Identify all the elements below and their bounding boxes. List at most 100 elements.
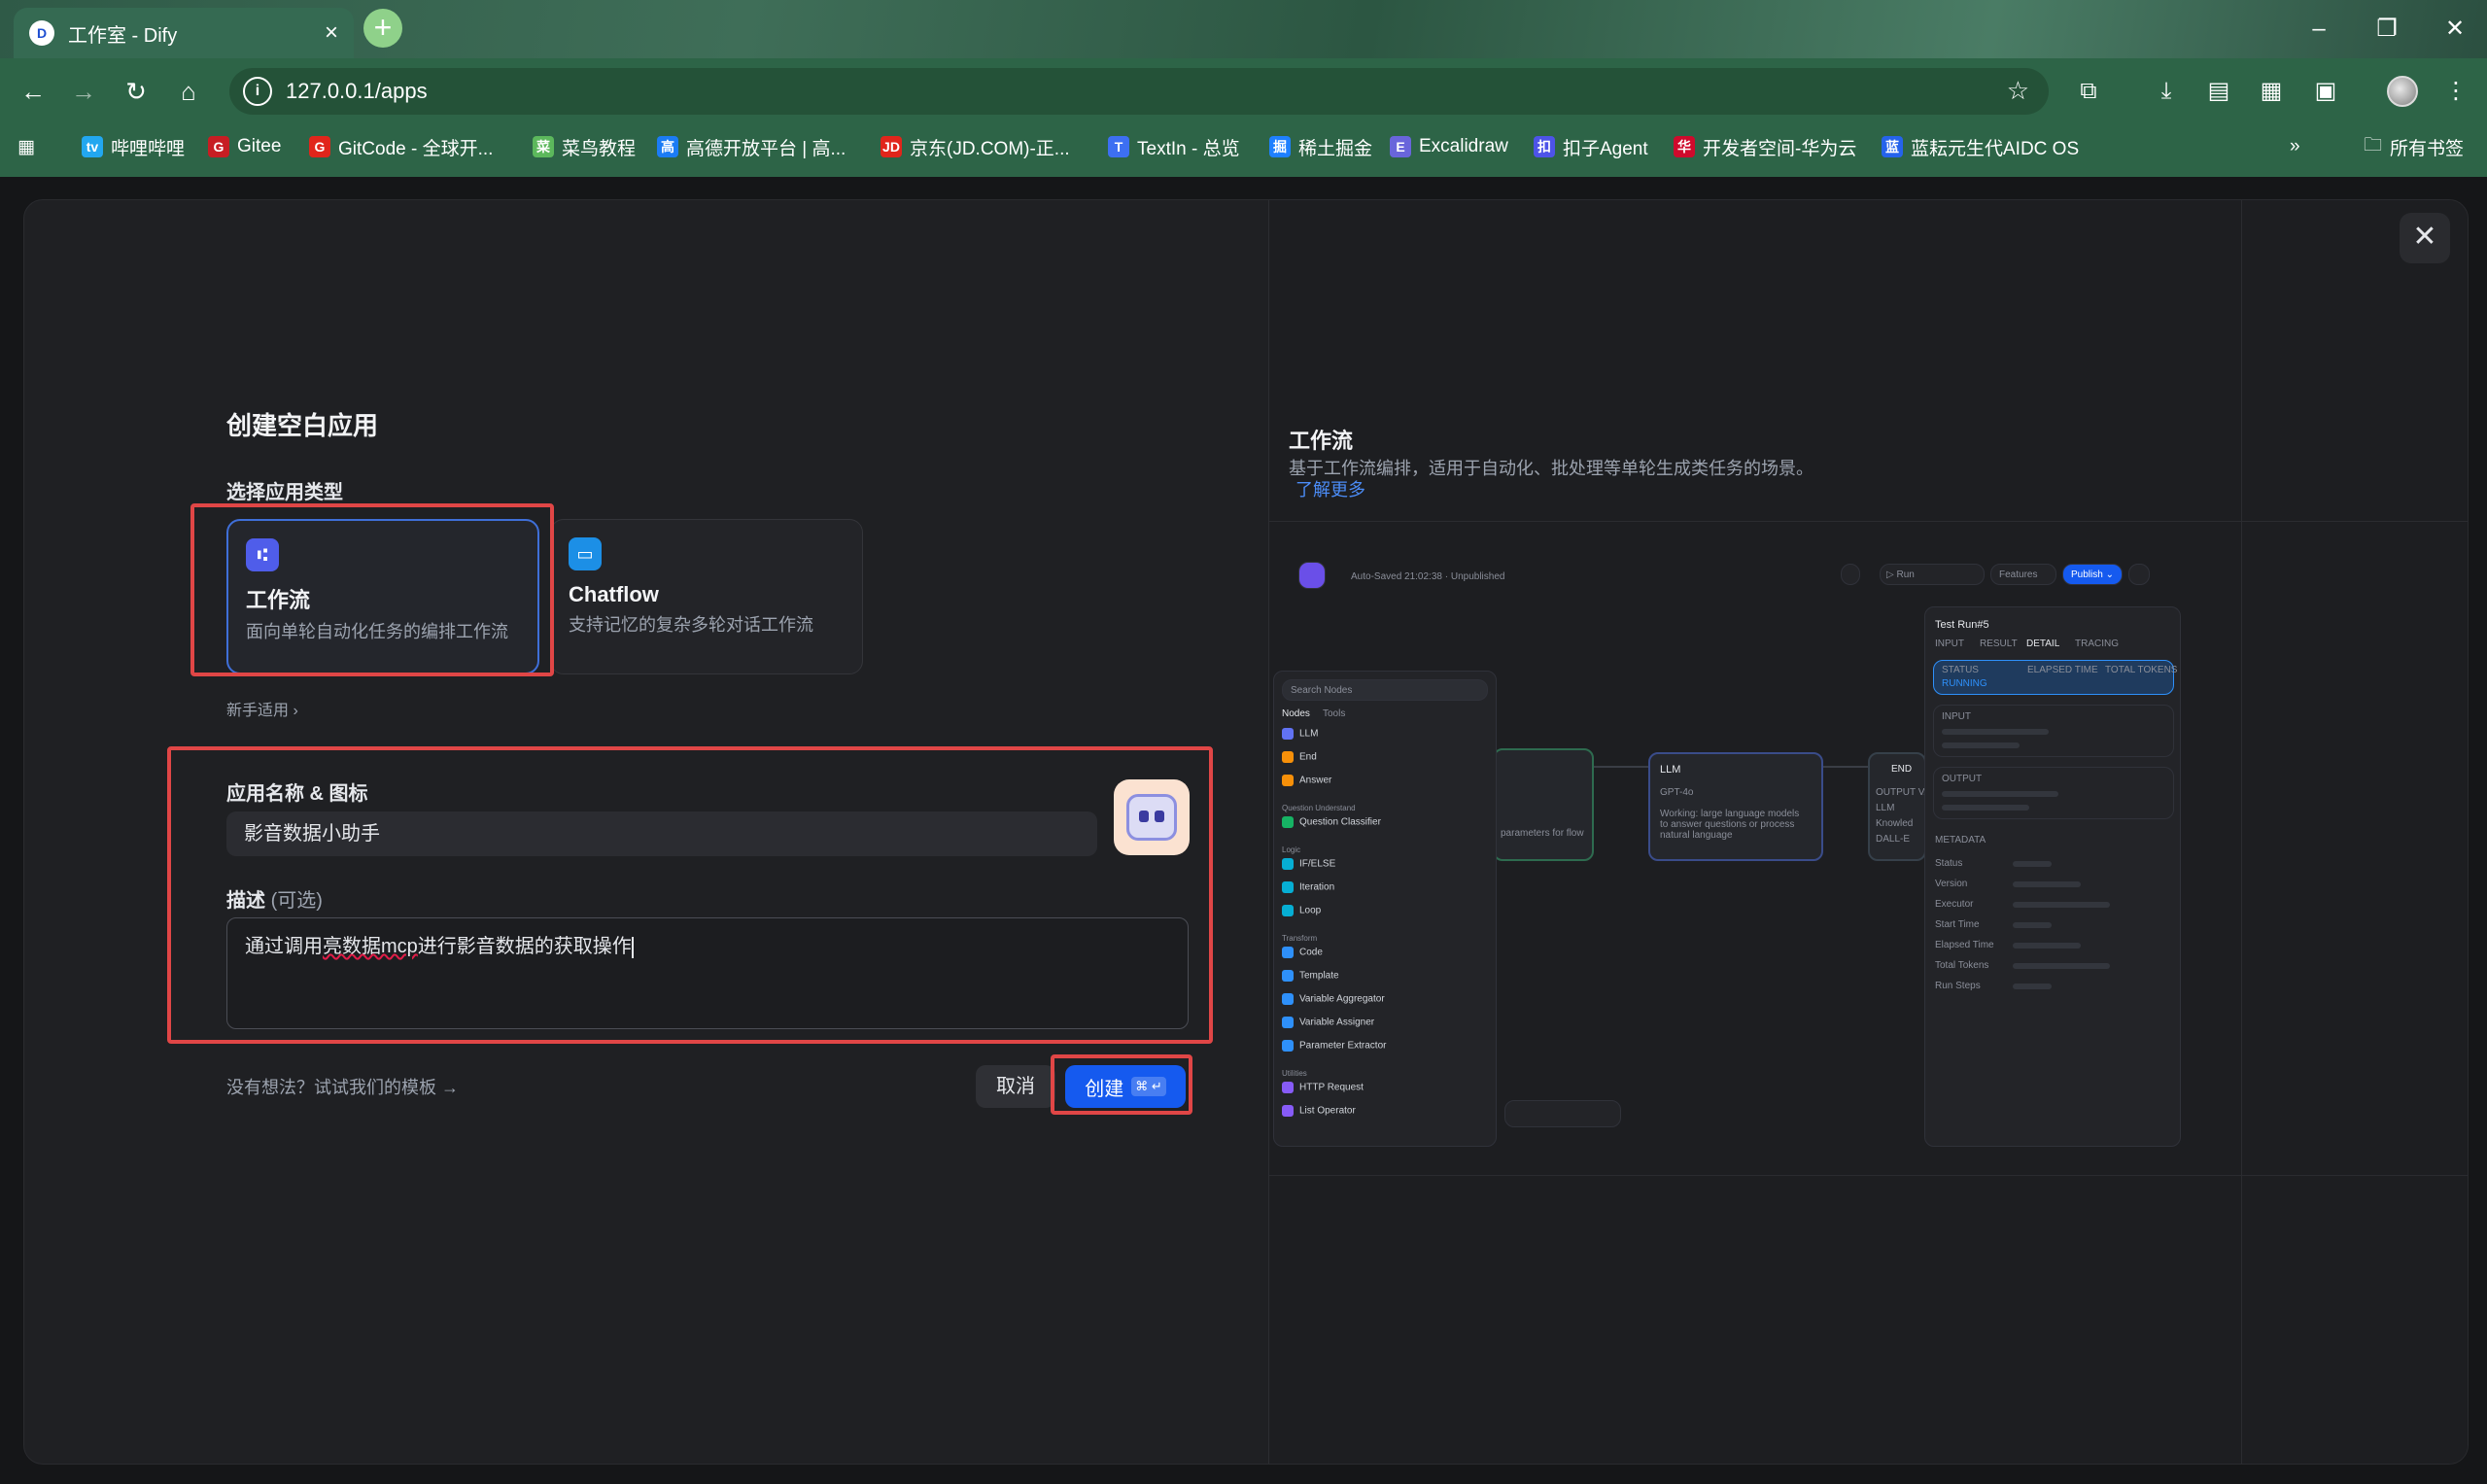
try-templates-link[interactable]: 没有想法？试试我们的模板 → xyxy=(226,1074,459,1099)
preview-node-label: Variable Assigner xyxy=(1299,1017,1375,1028)
preview-tr-tab: TRACING xyxy=(2075,638,2119,649)
preview-llm-node: LLM GPT-4o Working: large language model… xyxy=(1648,752,1823,861)
preview-meta-row: Elapsed Time xyxy=(1935,940,1994,950)
preview-llm-title: LLM xyxy=(1660,764,1681,776)
preview-output-label: OUTPUT xyxy=(1942,774,1983,784)
bookmark-item[interactable]: T TextIn - 总览 xyxy=(1108,126,1240,167)
bookmark-favicon-icon: tv xyxy=(82,136,103,157)
preview-bar xyxy=(1942,791,2058,797)
bookmark-item[interactable]: 菜菜鸟教程 xyxy=(533,126,636,167)
menu-icon[interactable]: ⋮ xyxy=(2437,74,2474,109)
preview-bar xyxy=(2013,902,2110,908)
extensions-icon[interactable]: ⧉ xyxy=(2070,74,2107,109)
bookmark-item[interactable]: tv 哔哩哔哩 xyxy=(82,126,185,167)
app-type-chatflow-card[interactable]: ▭ Chatflow 支持记忆的复杂多轮对话工作流 xyxy=(550,519,863,674)
preview-metadata-label: METADATA xyxy=(1935,835,1986,846)
bookmark-label: TextIn - 总览 xyxy=(1137,138,1240,159)
bookmark-item[interactable]: 高高德开放平台 | 高... xyxy=(657,126,846,167)
node-type-icon xyxy=(1282,728,1294,740)
preview-bar xyxy=(2013,963,2110,969)
minimize-icon[interactable]: – xyxy=(2290,10,2348,49)
preview-node-label: HTTP Request xyxy=(1299,1082,1364,1093)
new-tab-button[interactable]: + xyxy=(363,9,402,48)
screen-capture-icon[interactable]: ▣ xyxy=(2307,74,2344,109)
profile-avatar[interactable] xyxy=(2387,76,2418,107)
browser-tab-active[interactable]: D 工作室 - Dify × xyxy=(14,8,354,58)
bookmark-item[interactable]: JD 京东(JD.COM)-正... xyxy=(881,126,1070,167)
preview-meta-row: Version xyxy=(1935,879,1968,889)
tab-close-icon[interactable]: × xyxy=(325,21,338,45)
apps-grid-icon[interactable]: ▦ xyxy=(17,126,35,167)
preview-node-group: Logic xyxy=(1282,846,1301,854)
preview-app-icon xyxy=(1298,562,1326,589)
learn-more-link[interactable]: 了解更多 xyxy=(1295,476,1365,501)
preview-canvas-toolbar xyxy=(1504,1100,1621,1127)
bookmark-label: 蓝耘元生代AIDC OS xyxy=(1911,138,2080,159)
preview-node-item: End xyxy=(1282,751,1317,763)
preview-node-item: IF/ELSE xyxy=(1282,858,1335,870)
grid-line xyxy=(1269,521,2468,522)
preview-search-placeholder: Search Nodes xyxy=(1291,685,1353,696)
beginner-toggle[interactable]: 新手适用 › xyxy=(226,697,298,720)
folder-icon: 🗀 xyxy=(2364,135,2383,155)
bookmarks-overflow-icon[interactable]: » xyxy=(2290,126,2300,167)
bookmark-label: 开发者空间-华为云 xyxy=(1703,138,1857,159)
preview-node-label: Template xyxy=(1299,970,1339,982)
node-type-icon xyxy=(1282,1082,1294,1093)
preview-llm-model: GPT-4o xyxy=(1660,787,1694,798)
preview-bar xyxy=(1942,729,2049,735)
modal-close-button[interactable]: ✕ xyxy=(2400,213,2450,263)
bookmark-item[interactable]: 蓝蓝耘元生代AIDC OS xyxy=(1882,126,2079,167)
workflow-preview-image: Auto-Saved 21:02:38 · Unpublished ▷ Run … xyxy=(1273,544,2245,1186)
preview-node-search: Search Nodes xyxy=(1282,679,1488,701)
preview-edge xyxy=(1823,766,1868,768)
cancel-button[interactable]: 取消 xyxy=(976,1065,1055,1108)
bookmark-item[interactable]: 华开发者空间-华为云 xyxy=(1674,126,1856,167)
preview-node-group: Utilities xyxy=(1282,1069,1307,1078)
preview-node-label: Loop xyxy=(1299,905,1322,916)
preview-output-box: OUTPUT xyxy=(1933,767,2174,819)
bookmark-star-icon[interactable]: ☆ xyxy=(2007,76,2029,106)
window-close-icon[interactable]: ✕ xyxy=(2426,10,2484,49)
preview-status-label: STATUS xyxy=(1942,665,1979,675)
preview-bar xyxy=(2013,943,2081,949)
preview-tokens-label: TOTAL TOKENS xyxy=(2105,665,2178,675)
address-url[interactable]: 127.0.0.1/apps xyxy=(286,79,428,104)
home-icon[interactable]: ⌂ xyxy=(169,72,208,111)
bookmark-favicon-icon: 扣 xyxy=(1534,136,1555,157)
preview-node-label: Variable Aggregator xyxy=(1299,993,1385,1005)
reload-icon[interactable]: ↻ xyxy=(117,72,155,111)
all-bookmarks-folder[interactable]: 🗀 所有书签 xyxy=(2364,126,2464,167)
preview-node-item: LLM xyxy=(1282,728,1318,740)
preview-run: ▷ Run xyxy=(1886,569,1915,580)
bookmark-item[interactable]: E Excalidraw xyxy=(1390,126,1508,167)
back-icon[interactable]: ← xyxy=(14,72,52,111)
preview-edge xyxy=(1594,766,1648,768)
bookmark-favicon-icon: 蓝 xyxy=(1882,136,1903,157)
bookmark-favicon-icon: 菜 xyxy=(533,136,554,157)
bookmark-label: 哔哩哔哩 xyxy=(111,138,186,159)
bookmark-item[interactable]: 掘稀土掘金 xyxy=(1269,126,1372,167)
highlight-box-form xyxy=(167,746,1213,1044)
bookmark-item[interactable]: G Gitee xyxy=(208,126,281,167)
bookmark-favicon-icon: E xyxy=(1390,136,1411,157)
preview-meta-row: Start Time xyxy=(1935,919,1980,930)
bookmark-label: Gitee xyxy=(237,136,282,156)
download-icon[interactable]: ⤓ xyxy=(2148,74,2185,109)
forward-icon[interactable]: → xyxy=(64,72,103,111)
node-type-icon xyxy=(1282,1040,1294,1052)
bookmark-favicon-icon: T xyxy=(1108,136,1129,157)
reading-mode-icon[interactable]: ▤ xyxy=(2200,74,2237,109)
restore-icon[interactable]: ❐ xyxy=(2358,10,2416,49)
preview-end-node: END OUTPUT VAR LLM Knowled DALL-E xyxy=(1868,752,1938,861)
qr-code-icon[interactable]: ▦ xyxy=(2253,74,2290,109)
preview-status-value: RUNNING xyxy=(1942,678,1987,689)
preview-end-row: DALL-E xyxy=(1876,834,1911,845)
bookmark-item[interactable]: G GitCode - 全球开... xyxy=(309,126,493,167)
preview-bar xyxy=(2013,881,2081,887)
preview-status-card: STATUS RUNNING ELAPSED TIME TOTAL TOKENS xyxy=(1933,660,2178,695)
site-info-icon[interactable]: i xyxy=(243,77,272,106)
tab-title: 工作室 - Dify xyxy=(68,24,178,47)
address-bar[interactable]: i 127.0.0.1/apps ☆ xyxy=(229,68,2049,115)
bookmark-item[interactable]: 扣扣子Agent xyxy=(1534,126,1648,167)
